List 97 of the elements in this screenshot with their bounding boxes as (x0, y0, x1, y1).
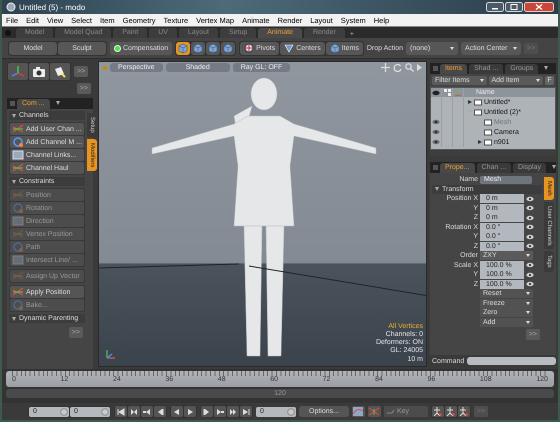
menu-dot-icon[interactable] (5, 30, 11, 36)
tool-icon (12, 162, 24, 174)
dropdown-arrow-icon[interactable] (544, 66, 548, 70)
curve-icon (353, 407, 364, 416)
cube-icon (223, 42, 234, 54)
caret-icon (480, 79, 484, 82)
tool-icon (12, 215, 24, 227)
caret-icon (526, 302, 530, 304)
next-key-button[interactable] (227, 406, 239, 417)
eye-icon (526, 281, 534, 287)
tool-button[interactable] (29, 63, 49, 80)
caret-icon (526, 254, 530, 257)
play-backward-button[interactable] (171, 406, 183, 417)
animation-tool-button[interactable] (432, 406, 444, 417)
caret-icon (513, 46, 518, 50)
figure-icon (433, 407, 442, 416)
animation-tool-button[interactable] (458, 406, 470, 417)
tool-icon (12, 254, 24, 266)
graph-editor-button[interactable] (352, 406, 365, 417)
animation-tool-button[interactable] (444, 406, 457, 417)
scrollbar[interactable] (430, 150, 556, 156)
eye-icon (526, 272, 534, 278)
tool-icon (12, 202, 24, 214)
cube-icon (208, 42, 218, 54)
tool-button[interactable] (50, 63, 70, 80)
tool-icon (12, 241, 24, 253)
selection-mode-button[interactable] (206, 42, 220, 54)
last-frame-button[interactable] (240, 406, 252, 417)
key-arrow-icon (369, 407, 380, 416)
next-marker-button[interactable] (214, 406, 226, 417)
expand-arrow-icon[interactable] (12, 114, 16, 118)
eye-icon (526, 234, 534, 240)
transport-icon (143, 408, 151, 416)
auto-key-button[interactable] (368, 406, 381, 417)
eye-icon (526, 205, 534, 211)
eye-icon (526, 262, 534, 268)
caret-icon (526, 311, 530, 314)
previous-key-button[interactable] (128, 406, 140, 417)
tool-icon (12, 299, 24, 311)
dropdown-arrow-icon[interactable] (56, 101, 60, 105)
axes-icon (454, 88, 462, 96)
transport-icon (229, 408, 237, 416)
command-field[interactable] (467, 357, 556, 365)
transport-icon (130, 408, 138, 416)
transport-icon (117, 408, 125, 416)
grid-icon (444, 89, 450, 96)
target-icon (244, 42, 254, 54)
maximize-icon[interactable] (505, 2, 523, 12)
first-frame-button[interactable] (115, 406, 127, 417)
camera-icon (31, 64, 47, 78)
play-button[interactable] (184, 406, 196, 417)
axis-gizmo-icon (105, 348, 117, 360)
figure-icon (459, 407, 468, 416)
caret-icon (450, 46, 454, 50)
tool-icon (12, 189, 24, 201)
eye-icon (526, 214, 534, 220)
light-icon (52, 64, 68, 78)
cube-icon (330, 42, 340, 54)
previous-marker-button[interactable] (141, 406, 153, 417)
status-dot-icon (103, 66, 107, 70)
transport-icon (203, 408, 211, 416)
axes-icon (10, 64, 26, 78)
expand-arrow-icon[interactable] (12, 316, 16, 320)
eye-icon (526, 243, 534, 249)
caret-icon (526, 320, 530, 324)
app-icon (6, 2, 16, 12)
tool-icon (12, 136, 24, 148)
next-frame-button[interactable] (201, 406, 213, 417)
dropdown-arrow-icon[interactable] (552, 165, 556, 169)
eye-icon (526, 196, 534, 202)
close-icon[interactable] (524, 2, 554, 12)
caret-icon (526, 292, 530, 295)
eye-icon (526, 224, 534, 230)
tool-icon (12, 270, 24, 282)
selection-mode-button[interactable] (221, 42, 236, 54)
caret-icon (536, 79, 540, 82)
spinner-icon (287, 408, 295, 416)
tool-icon (12, 286, 24, 298)
figure-icon (446, 407, 456, 416)
tool-icon (12, 123, 24, 135)
expand-arrow-icon[interactable] (435, 187, 439, 191)
transport-icon (242, 408, 250, 416)
selection-mode-button[interactable] (176, 42, 190, 54)
spinner-icon (101, 408, 109, 416)
cube-icon (178, 42, 188, 54)
window-title: Untitled (5) - modo (19, 2, 86, 12)
tool-icon (12, 228, 24, 240)
minimize-icon[interactable] (486, 2, 504, 12)
tool-icon (12, 149, 24, 161)
previous-frame-button[interactable] (154, 406, 166, 417)
transport-icon (156, 408, 164, 416)
eye-icon (432, 90, 440, 96)
spinner-icon (60, 408, 68, 416)
expand-arrow-icon[interactable] (12, 180, 16, 184)
selection-mode-button[interactable] (191, 42, 206, 54)
transport-icon (216, 408, 224, 416)
cube-icon (193, 42, 204, 54)
